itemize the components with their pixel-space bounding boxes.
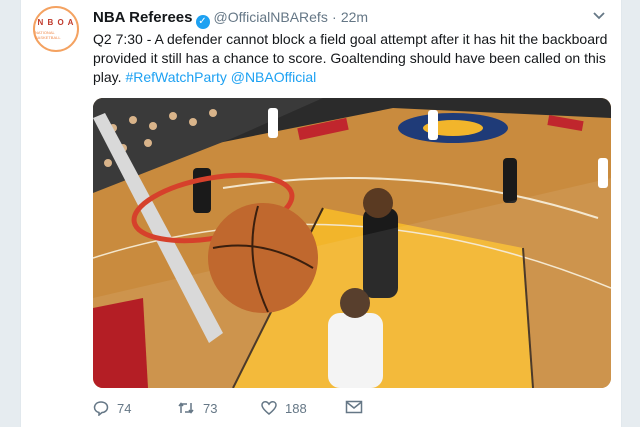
- reply-count: 74: [117, 400, 132, 416]
- basketball-photo: [93, 98, 611, 388]
- tweet-actions: 74 73 188: [93, 398, 613, 422]
- avatar[interactable]: N B O A NATIONAL BASKETBALL: [33, 6, 79, 52]
- tweet-card[interactable]: N B O A NATIONAL BASKETBALL NBA Referees…: [20, 0, 622, 427]
- tweet-media-image[interactable]: [93, 98, 611, 388]
- separator-dot: ·: [332, 9, 337, 25]
- chevron-down-icon[interactable]: [593, 8, 605, 26]
- reply-icon: [93, 401, 109, 416]
- envelope-icon: [345, 400, 363, 414]
- like-count: 188: [285, 400, 307, 416]
- reply-button[interactable]: 74: [93, 400, 131, 416]
- tweet-hashtags-link[interactable]: #RefWatchParty @NBAOfficial: [125, 69, 316, 85]
- retweet-count: 73: [203, 400, 218, 416]
- tweet-text: Q2 7:30 - A defender cannot block a fiel…: [93, 30, 613, 87]
- verified-badge-icon: ✓: [195, 15, 210, 29]
- retweet-icon: [178, 402, 194, 414]
- retweet-button[interactable]: 73: [177, 400, 217, 416]
- timestamp[interactable]: 22m: [341, 9, 368, 25]
- author-name[interactable]: NBA Referees: [93, 9, 193, 26]
- like-button[interactable]: 188: [261, 400, 307, 416]
- heart-icon: [261, 401, 277, 415]
- avatar-logo-text: N B O A: [37, 18, 75, 27]
- avatar-logo-subtext: NATIONAL BASKETBALL: [35, 30, 61, 40]
- author-handle[interactable]: @OfficialNBARefs: [214, 9, 328, 25]
- message-button[interactable]: [345, 400, 371, 414]
- tweet-header: NBA Referees ✓ @OfficialNBARefs · 22m: [93, 8, 611, 29]
